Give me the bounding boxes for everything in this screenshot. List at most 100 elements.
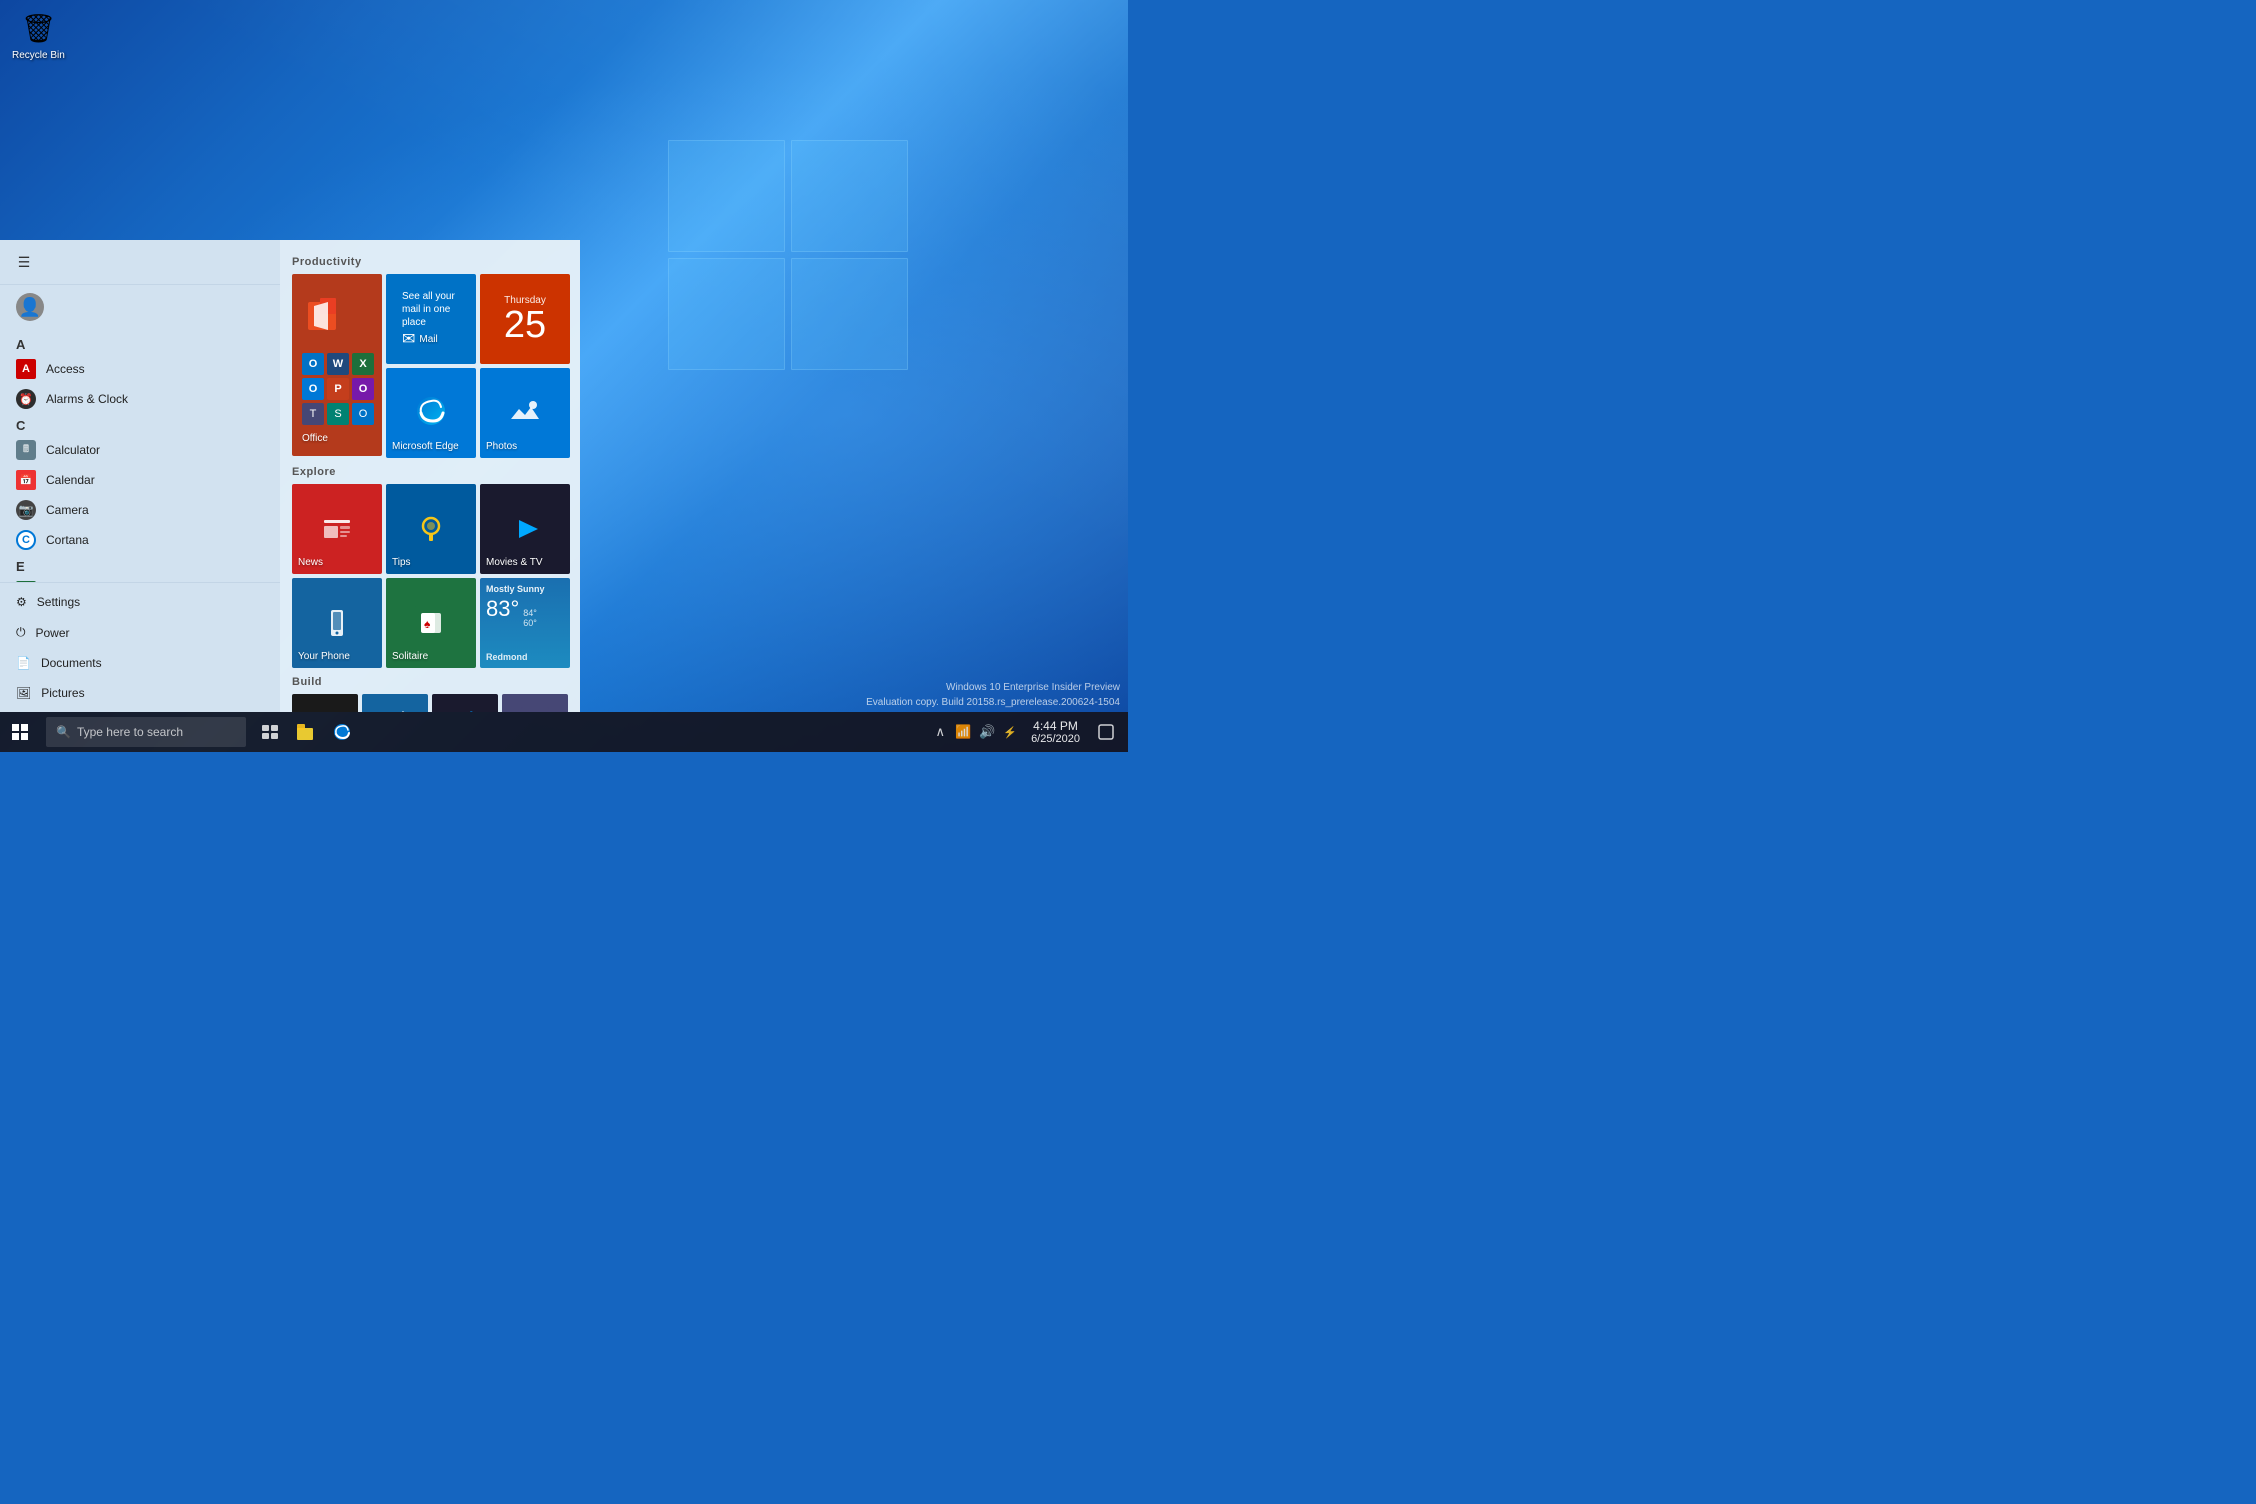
tile-github-desktop[interactable]: T Teams bbox=[502, 694, 568, 712]
file-explorer-button[interactable] bbox=[288, 712, 324, 752]
search-bar[interactable]: 🔍 bbox=[46, 717, 246, 747]
tile-solitaire[interactable]: ♠ Solitaire bbox=[386, 578, 476, 668]
documents-item[interactable]: 📄 Documents bbox=[0, 648, 280, 678]
movies-icon bbox=[508, 512, 542, 553]
teams-icon: T bbox=[521, 707, 549, 712]
section-letter-c: C bbox=[0, 414, 280, 435]
power-item[interactable]: ⏻ Power bbox=[0, 617, 280, 648]
tile-office[interactable]: O W X O P O T S O Office bbox=[292, 274, 382, 456]
system-tray: ∧ 📶 🔊 ⚡ 4:44 PM 6/25/2020 bbox=[927, 712, 1128, 752]
tile-label-movies: Movies & TV bbox=[486, 557, 564, 568]
tile-news[interactable]: News bbox=[292, 484, 382, 574]
tile-photos[interactable]: Photos bbox=[480, 368, 570, 458]
power-icon[interactable]: ⚡ bbox=[1001, 724, 1019, 741]
app-list: A A Access ⏰ Alarms & Clock C 🖩 Calculat… bbox=[0, 329, 280, 582]
documents-icon: 📄 bbox=[16, 656, 31, 670]
clock-date: 6/25/2020 bbox=[1031, 733, 1080, 745]
windows-logo bbox=[668, 140, 948, 400]
notification-center-button[interactable] bbox=[1088, 712, 1124, 752]
list-item[interactable]: A Access bbox=[0, 354, 280, 384]
pictures-icon: 🖼 bbox=[16, 686, 31, 700]
start-button[interactable] bbox=[0, 712, 40, 752]
app-name-calculator: Calculator bbox=[46, 443, 100, 457]
start-menu-tiles: Productivity bbox=[280, 240, 580, 712]
tile-label-news: News bbox=[298, 557, 376, 568]
build-grid: >_ Terminal To Do bbox=[292, 694, 568, 712]
section-label-productivity: Productivity bbox=[292, 256, 568, 268]
hamburger-button[interactable]: ☰ bbox=[8, 246, 40, 278]
weather-low: 60° bbox=[523, 618, 537, 628]
tile-label-edge: Microsoft Edge bbox=[392, 441, 470, 452]
start-menu-header: ☰ bbox=[0, 240, 280, 285]
task-view-button[interactable] bbox=[252, 712, 288, 752]
tile-weather[interactable]: Mostly Sunny 83° 84° 60° Redmond bbox=[480, 578, 570, 668]
phone-icon bbox=[320, 606, 354, 647]
volume-icon[interactable]: 🔊 bbox=[977, 722, 997, 742]
start-menu-left: ☰ 👤 A A Access ⏰ Alarms & Clock C bbox=[0, 240, 280, 712]
terminal-icon: >_ bbox=[311, 705, 339, 712]
alarms-icon: ⏰ bbox=[16, 389, 36, 409]
list-item[interactable]: C Cortana bbox=[0, 525, 280, 555]
office-logo bbox=[306, 294, 350, 347]
weather-condition: Mostly Sunny bbox=[486, 584, 564, 594]
productivity-grid: O W X O P O T S O Office bbox=[292, 274, 568, 458]
app-name-cortana: Cortana bbox=[46, 533, 89, 547]
tile-edge[interactable]: Microsoft Edge bbox=[386, 368, 476, 458]
tile-label-phone: Your Phone bbox=[298, 651, 376, 662]
weather-temp: 83° bbox=[486, 596, 519, 622]
tile-vscode[interactable]: VS Code bbox=[432, 694, 498, 712]
mail-tile-text: See all your mail in one place bbox=[402, 290, 460, 329]
access-icon: A bbox=[16, 359, 36, 379]
recycle-bin-label: Recycle Bin bbox=[12, 50, 65, 61]
list-item[interactable]: ⏰ Alarms & Clock bbox=[0, 384, 280, 414]
news-icon bbox=[320, 512, 354, 553]
edge-taskbar-button[interactable] bbox=[324, 712, 360, 752]
settings-item[interactable]: ⚙ Settings bbox=[0, 587, 280, 617]
tile-phone[interactable]: Your Phone bbox=[292, 578, 382, 668]
photos-icon bbox=[507, 393, 543, 437]
section-label-build: Build bbox=[292, 676, 568, 688]
search-input[interactable] bbox=[77, 725, 236, 739]
tile-mail[interactable]: See all your mail in one place ✉ Mail bbox=[386, 274, 476, 364]
mail-tile-icon: ✉ bbox=[402, 329, 415, 349]
network-icon[interactable]: 📶 bbox=[953, 722, 973, 742]
list-item[interactable]: 🖩 Calculator bbox=[0, 435, 280, 465]
vscode-icon bbox=[451, 707, 479, 712]
tile-tips[interactable]: Tips bbox=[386, 484, 476, 574]
tile-todo[interactable]: To Do bbox=[362, 694, 428, 712]
cortana-icon: C bbox=[16, 530, 36, 550]
user-account[interactable]: 👤 bbox=[0, 285, 280, 329]
tile-terminal[interactable]: >_ Terminal bbox=[292, 694, 358, 712]
system-clock[interactable]: 4:44 PM 6/25/2020 bbox=[1023, 712, 1088, 752]
settings-icon: ⚙ bbox=[16, 595, 27, 609]
section-letter-e: E bbox=[0, 555, 280, 576]
list-item[interactable]: 📅 Calendar bbox=[0, 465, 280, 495]
office-icons-grid: O W X O P O T S O bbox=[302, 353, 374, 425]
calendar-icon: 📅 bbox=[16, 470, 36, 490]
recycle-bin[interactable]: 🗑 Recycle Bin bbox=[8, 8, 69, 67]
calendar-day: Thursday bbox=[504, 295, 546, 306]
list-item[interactable]: 📷 Camera bbox=[0, 495, 280, 525]
svg-text:♠: ♠ bbox=[424, 617, 431, 631]
app-name-camera: Camera bbox=[46, 503, 89, 517]
eval-text: Windows 10 Enterprise Insider Preview Ev… bbox=[866, 680, 1120, 710]
search-icon: 🔍 bbox=[56, 725, 71, 739]
tile-label-solitaire: Solitaire bbox=[392, 651, 470, 662]
tile-movies[interactable]: Movies & TV bbox=[480, 484, 570, 574]
todo-icon bbox=[381, 705, 409, 712]
edge-icon bbox=[413, 393, 449, 437]
clock-time: 4:44 PM bbox=[1033, 719, 1078, 733]
tile-label-mail: Mail bbox=[419, 334, 437, 345]
tile-label-office: Office bbox=[302, 433, 372, 444]
solitaire-icon: ♠ bbox=[414, 606, 448, 647]
start-menu: ☰ 👤 A A Access ⏰ Alarms & Clock C bbox=[0, 240, 580, 712]
start-left-bottom: ⚙ Settings ⏻ Power 📄 Documents 🖼 Picture… bbox=[0, 582, 280, 712]
app-name-alarms: Alarms & Clock bbox=[46, 392, 128, 406]
pictures-item[interactable]: 🖼 Pictures bbox=[0, 678, 280, 708]
tray-expand-button[interactable]: ∧ bbox=[931, 720, 949, 744]
power-icon: ⏻ bbox=[16, 625, 26, 640]
explore-grid: News Tips bbox=[292, 484, 568, 668]
app-name-access: Access bbox=[46, 362, 85, 376]
tile-calendar[interactable]: Thursday 25 bbox=[480, 274, 570, 364]
weather-high: 84° bbox=[523, 608, 537, 618]
